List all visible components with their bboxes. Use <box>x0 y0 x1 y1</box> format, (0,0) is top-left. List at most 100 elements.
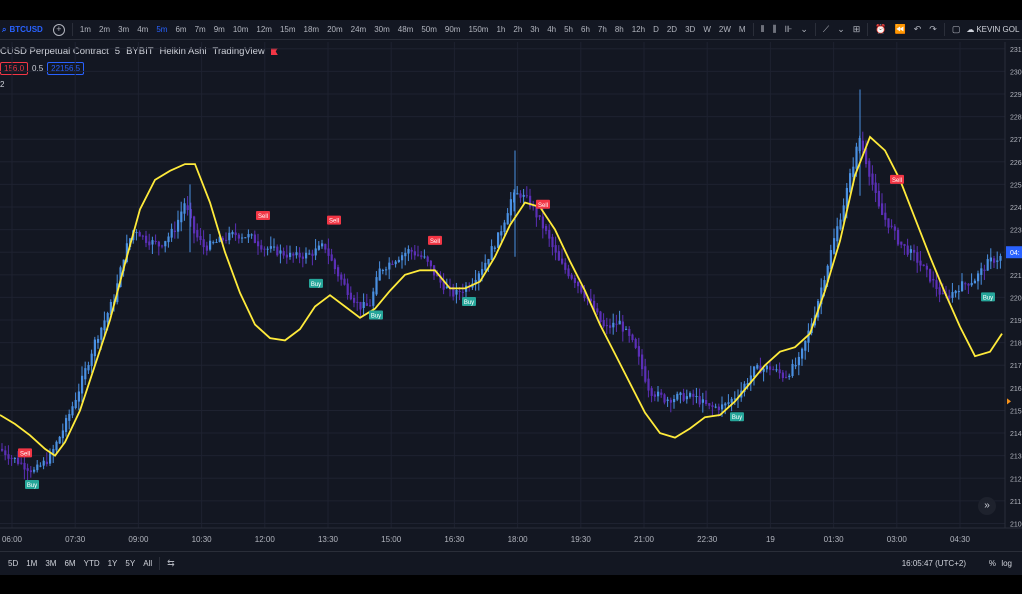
candle-body <box>641 354 644 370</box>
candle-body <box>311 253 314 256</box>
range-All[interactable]: All <box>139 559 156 568</box>
candle-body <box>983 269 986 271</box>
candle-body <box>717 406 720 411</box>
price-tick-label: 217 <box>1010 363 1022 370</box>
candle-body <box>148 241 151 246</box>
percent-toggle[interactable]: % <box>989 559 996 568</box>
candle-body <box>55 441 58 451</box>
candle-body <box>621 321 624 332</box>
candle-body <box>135 232 138 234</box>
range-6M[interactable]: 6M <box>60 559 79 568</box>
time-tick-label: 18:00 <box>508 535 529 544</box>
chart-window: ⌕ BTCUSD + 1m 2m 3m 4m 5m 6m 7m 9m 10m 12m 15m 18m 2… <box>0 20 1022 575</box>
scroll-to-realtime-icon[interactable]: » <box>978 497 996 515</box>
divider <box>159 557 161 570</box>
candle-body <box>634 338 637 348</box>
clock[interactable]: 16:05:47 (UTC+2) <box>902 559 966 568</box>
marker-icon <box>1007 398 1011 405</box>
candle-body <box>573 277 576 283</box>
candle-body <box>103 320 106 331</box>
range-YTD[interactable]: YTD <box>80 559 104 568</box>
candle-body <box>525 195 528 197</box>
buy-signal-label: Buy <box>27 483 37 489</box>
sell-signal[interactable]: Sell <box>256 211 270 221</box>
buy-signal-label: Buy <box>732 415 742 421</box>
candle-body <box>407 249 410 254</box>
price-tick-label: 211 <box>1010 499 1021 506</box>
buy-signal[interactable]: Buy <box>25 480 39 490</box>
candle-body <box>506 213 509 225</box>
candle-body <box>602 319 605 327</box>
candle-body <box>986 259 989 271</box>
candle-body <box>660 392 663 395</box>
buy-signal[interactable]: Buy <box>309 278 323 288</box>
candle-body <box>353 297 356 303</box>
candle-body <box>145 235 148 243</box>
price-tick-label: 225 <box>1010 182 1022 189</box>
candle-body <box>599 311 602 322</box>
candle-body <box>260 245 263 250</box>
buy-signal[interactable]: Buy <box>730 412 744 422</box>
range-1Y[interactable]: 1Y <box>104 559 122 568</box>
candle-body <box>903 244 906 246</box>
candle-body <box>919 260 922 266</box>
candle-body <box>247 234 250 238</box>
candle-body <box>967 283 970 286</box>
candle-body <box>161 245 164 247</box>
candle-body <box>724 403 727 406</box>
sell-signal[interactable]: Sell <box>890 174 904 184</box>
candle-body <box>980 268 983 275</box>
range-3M[interactable]: 3M <box>41 559 60 568</box>
sell-signal[interactable]: Sell <box>536 199 550 209</box>
candle-body <box>663 394 666 403</box>
buy-signal[interactable]: Buy <box>462 296 476 306</box>
time-tick-label: 09:00 <box>128 535 149 544</box>
candle-body <box>340 274 343 280</box>
candle-body <box>484 262 487 271</box>
candle-body <box>263 248 266 250</box>
price-tick-label: 210 <box>1010 521 1022 528</box>
candle-body <box>250 234 253 236</box>
candle-body <box>705 400 708 405</box>
price-chart[interactable]: Sell Buy Sell Sell Buy Buy Sell Buy Sell Buy Sell B… <box>0 20 1022 574</box>
candle-body <box>458 290 461 293</box>
sell-signal[interactable]: Sell <box>18 448 32 458</box>
range-5D[interactable]: 5D <box>4 559 22 568</box>
candle-body <box>279 250 282 254</box>
candle-body <box>4 450 7 456</box>
candle-body <box>282 251 285 256</box>
candle-body <box>887 218 890 228</box>
candle-body <box>157 241 160 247</box>
sell-signal[interactable]: Sell <box>428 235 442 245</box>
candle-body <box>679 392 682 395</box>
candle-body <box>500 231 503 236</box>
candle-body <box>727 402 730 404</box>
candle-body <box>666 399 669 401</box>
log-toggle[interactable]: log <box>1001 559 1012 568</box>
candle-body <box>276 246 279 256</box>
candle-body <box>461 291 464 293</box>
candle-body <box>791 363 794 377</box>
price-tick-label: 218 <box>1010 341 1022 348</box>
candle-body <box>692 393 695 397</box>
goto-date-icon[interactable]: ⇆ <box>163 558 179 569</box>
candle-body <box>676 393 679 400</box>
candle-body <box>548 229 551 239</box>
price-tick-label: 231 <box>1010 47 1022 54</box>
candle-body <box>615 323 618 325</box>
candle-body <box>173 230 176 232</box>
price-tick-label: 229 <box>1010 92 1022 99</box>
range-1M[interactable]: 1M <box>22 559 41 568</box>
candle-body <box>93 339 96 357</box>
sell-signal-label: Sell <box>892 178 902 184</box>
candle-body <box>26 468 29 471</box>
range-5Y[interactable]: 5Y <box>121 559 139 568</box>
buy-signal[interactable]: Buy <box>981 292 995 302</box>
sell-signal[interactable]: Sell <box>327 215 341 225</box>
time-tick-label: 21:00 <box>634 535 655 544</box>
candle-body <box>87 365 90 371</box>
candle-body <box>625 328 628 330</box>
buy-signal[interactable]: Buy <box>369 310 383 320</box>
time-tick-label: 19:30 <box>571 535 592 544</box>
candle-body <box>545 226 548 231</box>
